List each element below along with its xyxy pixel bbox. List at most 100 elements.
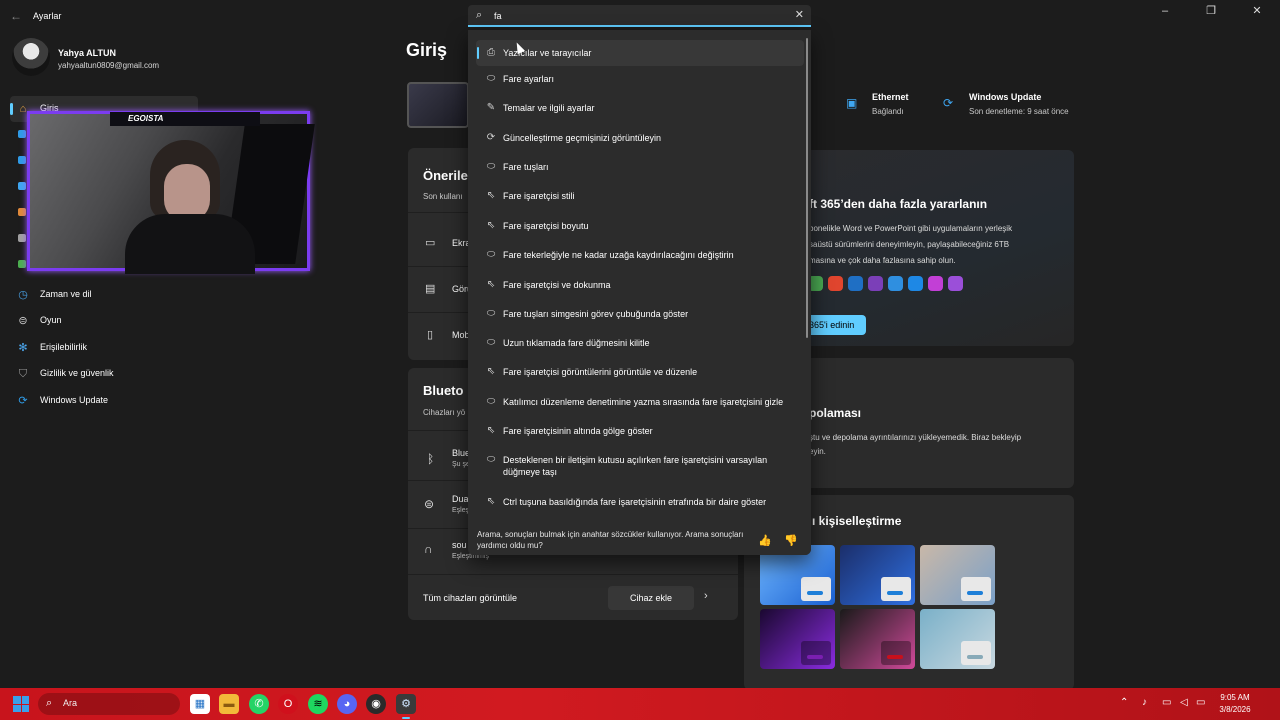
back-arrow-icon[interactable]: ← xyxy=(8,8,24,24)
search-result-item[interactable]: ⇖ Fare işaretçisinin altında gölge göster xyxy=(476,421,804,443)
bluetooth-icon[interactable] xyxy=(18,156,26,164)
taskbar-clock[interactable]: 9:05 AM 3/8/2026 xyxy=(1215,692,1255,716)
refresh-icon: ⟳ xyxy=(486,132,496,143)
wallpaper-thumbnail[interactable] xyxy=(840,545,915,605)
close-button[interactable]: ✕ xyxy=(1234,0,1280,30)
search-result-item[interactable]: ⬭ Fare ayarları xyxy=(476,69,804,91)
search-result-item[interactable]: ⇖ Fare işaretçisi stili xyxy=(476,186,804,208)
office-app-icon xyxy=(908,276,923,291)
sidebar-item-time-language[interactable]: ◷ Zaman ve dil xyxy=(10,282,198,308)
page-title: Giriş xyxy=(406,40,448,60)
monitor-icon: ▭ xyxy=(425,237,436,249)
wallpaper-preview-tag xyxy=(881,577,911,601)
search-result-item[interactable]: ⬭ Fare tuşları simgesini görev çubuğunda … xyxy=(476,304,804,326)
search-icon: ⌕ xyxy=(46,697,53,709)
card-subtitle: Son kullanı xyxy=(423,192,463,201)
wallpaper-thumbnail[interactable] xyxy=(760,609,835,669)
windows-start-icon[interactable] xyxy=(13,696,29,712)
accounts-icon[interactable] xyxy=(18,260,26,268)
device-status: Eşleş xyxy=(452,507,470,514)
taskbar-app-opera[interactable]: O xyxy=(278,694,298,714)
search-result-item[interactable]: ⇖ Ctrl tuşuna basıldığında fare işaretçis… xyxy=(476,492,804,514)
device-name[interactable]: Dua xyxy=(452,494,469,504)
display-icon[interactable]: ▭ xyxy=(1162,697,1171,708)
battery-icon[interactable]: ▭ xyxy=(1196,697,1205,708)
sidebar-item-gaming[interactable]: ⊜ Oyun xyxy=(10,308,198,334)
headset-icon: ∩ xyxy=(424,542,433,556)
taskbar-icon: ▤ xyxy=(425,283,436,295)
window-controls: – ❐ ✕ xyxy=(1142,0,1280,30)
sidebar-item-label: Erişilebilirlik xyxy=(40,342,88,352)
card-title: Öneriler xyxy=(423,168,473,183)
app-title: Ayarlar xyxy=(33,11,62,21)
taskbar-app-obs[interactable]: ◉ xyxy=(366,694,386,714)
device-name[interactable]: sou xyxy=(452,540,467,550)
user-profile[interactable]: Yahya ALTUN yahyaaltun0809@gmail.com xyxy=(12,38,232,80)
wallpaper-thumbnail[interactable] xyxy=(920,609,995,669)
add-device-button[interactable]: Cihaz ekle xyxy=(608,586,694,610)
volume-icon[interactable]: ◁ xyxy=(1180,697,1188,708)
taskbar-app-store[interactable]: ▦ xyxy=(190,694,210,714)
search-result-item[interactable]: ⟳ Güncelleştirme geçmişinizi görüntüleyin xyxy=(476,128,804,150)
view-all-devices-link[interactable]: Tüm cihazları görüntüle xyxy=(423,593,517,603)
search-result-item[interactable]: ⬭ Fare tuşları xyxy=(476,157,804,179)
personalization-icon[interactable] xyxy=(18,208,26,216)
pointer-icon: ⇖ xyxy=(486,366,496,377)
taskbar-app-discord[interactable]: ◕ xyxy=(337,694,357,714)
thumbs-down-icon[interactable]: 👎 xyxy=(784,534,798,547)
search-result-item[interactable]: ⇖ Fare işaretçisi ve dokunma xyxy=(476,275,804,297)
profile-email: yahyaaltun0809@gmail.com xyxy=(58,61,160,70)
search-result-item[interactable]: ⎙ Yazıcılar ve tarayıcılar xyxy=(476,40,804,66)
search-input[interactable] xyxy=(494,9,774,23)
taskbar-search[interactable]: ⌕ Ara xyxy=(38,693,180,715)
sidebar-item-windows-update[interactable]: ⟳ Windows Update xyxy=(10,388,198,414)
microphone-icon[interactable]: ♪ xyxy=(1142,697,1147,708)
apps-icon[interactable] xyxy=(18,234,26,242)
sidebar-item-label: Gizlilik ve güvenlik xyxy=(40,368,114,378)
wallpaper-thumbnail[interactable] xyxy=(920,545,995,605)
search-result-item[interactable]: ✎ Temalar ve ilgili ayarlar xyxy=(476,98,804,120)
wallpaper-thumbnail[interactable] xyxy=(840,609,915,669)
taskbar-app-whatsapp[interactable]: ✆ xyxy=(249,694,269,714)
taskbar-app-settings[interactable]: ⚙ xyxy=(396,694,416,719)
sidebar-item-label: Oyun xyxy=(40,315,62,325)
mouse-icon: ⬭ xyxy=(486,73,496,84)
chevron-up-icon[interactable]: ⌃ xyxy=(1120,697,1128,708)
thumbs-up-icon[interactable]: 👍 xyxy=(758,534,772,547)
card-subtitle: Cihazları yö xyxy=(423,408,466,417)
search-result-item[interactable]: ⇖ Fare işaretçisi boyutu xyxy=(476,216,804,238)
minimize-button[interactable]: – xyxy=(1142,0,1188,30)
taskbar-app-spotify[interactable]: ≋ xyxy=(308,694,328,714)
maximize-button[interactable]: ❐ xyxy=(1188,0,1234,30)
search-result-item[interactable]: ⬭ Katılımcı düzenleme denetimine yazma sı… xyxy=(476,392,804,414)
phone-icon: ▯ xyxy=(427,329,434,341)
bluetooth-icon: ᛒ xyxy=(427,452,435,466)
office-app-icon xyxy=(948,276,963,291)
chevron-right-icon[interactable]: › xyxy=(704,590,708,602)
search-result-label: Katılımcı düzenleme denetimine yazma sır… xyxy=(503,397,784,407)
close-icon[interactable]: ✕ xyxy=(795,8,804,21)
taskbar-app-explorer[interactable]: ▬ xyxy=(219,694,239,714)
search-result-label: Fare tuşları xyxy=(503,162,549,172)
search-result-item[interactable]: ⬭ Desteklenen bir iletişim kutusu açılırk… xyxy=(476,450,804,482)
get-365-button[interactable]: 365'i edinin xyxy=(805,315,866,335)
clock-globe-icon: ◷ xyxy=(18,289,28,301)
search-result-label: Fare ayarları xyxy=(503,74,555,84)
network-icon[interactable] xyxy=(18,182,26,190)
printer-icon: ⎙ xyxy=(487,47,495,58)
mouse-icon: ⬭ xyxy=(486,396,496,407)
search-result-label: Fare işaretçisi boyutu xyxy=(503,221,589,231)
search-result-item[interactable]: ⬭ Fare tekerleğiyle ne kadar uzağa kaydır… xyxy=(476,245,804,267)
sidebar-item-privacy[interactable]: ⛉ Gizlilik ve güvenlik xyxy=(10,361,198,387)
search-result-label: Fare tekerleğiyle ne kadar uzağa kaydırı… xyxy=(503,250,734,260)
office-app-icon xyxy=(868,276,883,291)
device-thumbnail[interactable] xyxy=(407,82,469,128)
search-result-item[interactable]: ⬭ Uzun tıklamada fare düğmesini kilitle xyxy=(476,333,804,355)
sidebar-item-accessibility[interactable]: ✻ Erişilebilirlik xyxy=(10,335,198,361)
wallpaper-preview-tag xyxy=(881,641,911,665)
search-result-label: Fare işaretçisi görüntülerini görüntüle … xyxy=(503,367,698,377)
system-icon[interactable] xyxy=(18,130,26,138)
scrollbar[interactable] xyxy=(806,38,808,338)
search-result-item[interactable]: ⇖ Fare işaretçisi görüntülerini görüntüle… xyxy=(476,362,804,384)
recommended-item[interactable]: Mob xyxy=(452,330,470,340)
